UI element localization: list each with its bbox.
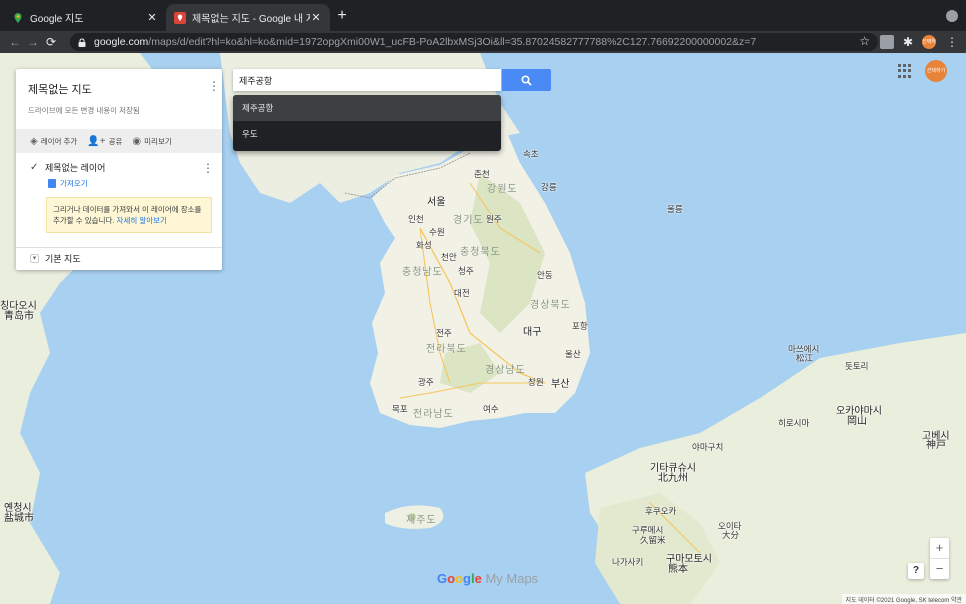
- map-attribution[interactable]: 지도 데이터 ©2021 Google, SK telecom 약관: [841, 594, 966, 604]
- layers-icon: ◈: [30, 135, 38, 147]
- layer-options-icon[interactable]: ⋮: [202, 161, 214, 175]
- layer-name[interactable]: 제목없는 레이어: [45, 161, 105, 174]
- my-maps-icon: [174, 11, 186, 24]
- browser-window: Google 지도 ✕ 제목없는 지도 - Google 내 지도 ✕ + ← …: [0, 0, 966, 604]
- close-icon[interactable]: ✕: [310, 11, 322, 24]
- zoom-out-button[interactable]: −: [930, 559, 949, 579]
- tab-my-maps[interactable]: 제목없는 지도 - Google 내 지도 ✕: [166, 4, 330, 31]
- profile-menu-icon[interactable]: [946, 10, 958, 22]
- address-bar[interactable]: google.com/maps/d/edit?hl=ko&hl=ko&mid=1…: [70, 33, 878, 51]
- tab-google-maps[interactable]: Google 지도 ✕: [4, 4, 166, 31]
- lock-icon: [78, 37, 86, 47]
- close-icon[interactable]: ✕: [146, 11, 158, 24]
- account-avatar[interactable]: 선택하기: [925, 60, 947, 82]
- url-host: google.com: [94, 36, 149, 48]
- url-path: /maps/d/edit?hl=ko&hl=ko&mid=1972opgXmi0…: [148, 36, 757, 48]
- search-suggestions: 제주공항 우도: [233, 95, 501, 151]
- maps-pin-icon: [14, 12, 22, 23]
- more-options-icon[interactable]: ⋮: [208, 79, 220, 93]
- preview-button[interactable]: ◉ 미리보기: [132, 136, 171, 147]
- tab-title: Google 지도: [30, 14, 84, 25]
- search-input[interactable]: [233, 69, 501, 91]
- zoom-control: + −: [930, 538, 949, 579]
- apps-grid-icon[interactable]: [898, 64, 912, 78]
- save-status: 드라이브에 모든 변경 내용이 저장됨: [28, 106, 140, 115]
- puzzle-icon[interactable]: ✱: [901, 35, 915, 49]
- search-button[interactable]: [502, 69, 551, 91]
- bookmark-star-icon[interactable]: ☆: [859, 34, 870, 48]
- share-button[interactable]: 👤+ 공유: [87, 136, 122, 147]
- import-link[interactable]: 가져오기: [48, 178, 214, 189]
- import-label: 가져오기: [60, 179, 88, 188]
- back-icon[interactable]: ←: [6, 35, 24, 49]
- search-icon: [521, 74, 532, 86]
- divider: [16, 247, 222, 248]
- forward-icon[interactable]: →: [24, 35, 42, 49]
- share-label: 공유: [108, 136, 123, 146]
- layer-checkbox[interactable]: ✓: [30, 162, 40, 173]
- google-my-maps-logo: Google My Maps: [437, 571, 539, 586]
- add-layer-label: 레이어 추가: [40, 136, 78, 146]
- basemap-toggle[interactable]: ▾ 기본 지도: [30, 252, 81, 265]
- zoom-in-button[interactable]: +: [930, 538, 949, 558]
- kebab-menu-icon[interactable]: ⋮: [945, 35, 959, 49]
- layer-hint: 그리거나 데이터를 가져와서 이 레이어에 장소를 추가할 수 있습니다. 자세…: [46, 197, 212, 233]
- reload-icon[interactable]: ⟳: [42, 35, 60, 49]
- map-title[interactable]: 제목없는 지도: [28, 81, 92, 97]
- suggestion-item[interactable]: 우도: [233, 121, 501, 147]
- layer-item: ✓ 제목없는 레이어 ⋮ 가져오기: [30, 161, 214, 189]
- new-tab-button[interactable]: +: [334, 6, 350, 26]
- logo-suffix: My Maps: [481, 571, 539, 586]
- profile-avatar[interactable]: 선택하기: [922, 35, 936, 59]
- suggestion-item[interactable]: 제주공항: [233, 95, 501, 121]
- add-layer-button[interactable]: ◈ 레이어 추가: [30, 136, 77, 147]
- browser-toolbar: ← → ⟳ google.com/maps/d/edit?hl=ko&hl=ko…: [0, 31, 966, 53]
- extension-icon[interactable]: [880, 35, 894, 49]
- tab-bar: Google 지도 ✕ 제목없는 지도 - Google 내 지도 ✕ +: [0, 0, 966, 31]
- basemap-label: 기본 지도: [45, 254, 81, 264]
- learn-more-link[interactable]: 자세히 알아보기: [117, 216, 167, 225]
- panel-actions: ◈ 레이어 추가 👤+ 공유 ◉ 미리보기: [16, 129, 222, 153]
- import-doc-icon: [48, 179, 56, 188]
- help-button[interactable]: ?: [908, 563, 924, 579]
- chevron-down-icon: ▾: [30, 254, 39, 263]
- share-icon: 👤+: [87, 135, 106, 147]
- tab-title: 제목없는 지도 - Google 내 지도: [192, 14, 310, 25]
- map-panel: 제목없는 지도 드라이브에 모든 변경 내용이 저장됨 ⋮ ◈ 레이어 추가 👤…: [16, 69, 222, 270]
- eye-icon: ◉: [132, 135, 142, 147]
- preview-label: 미리보기: [144, 136, 172, 146]
